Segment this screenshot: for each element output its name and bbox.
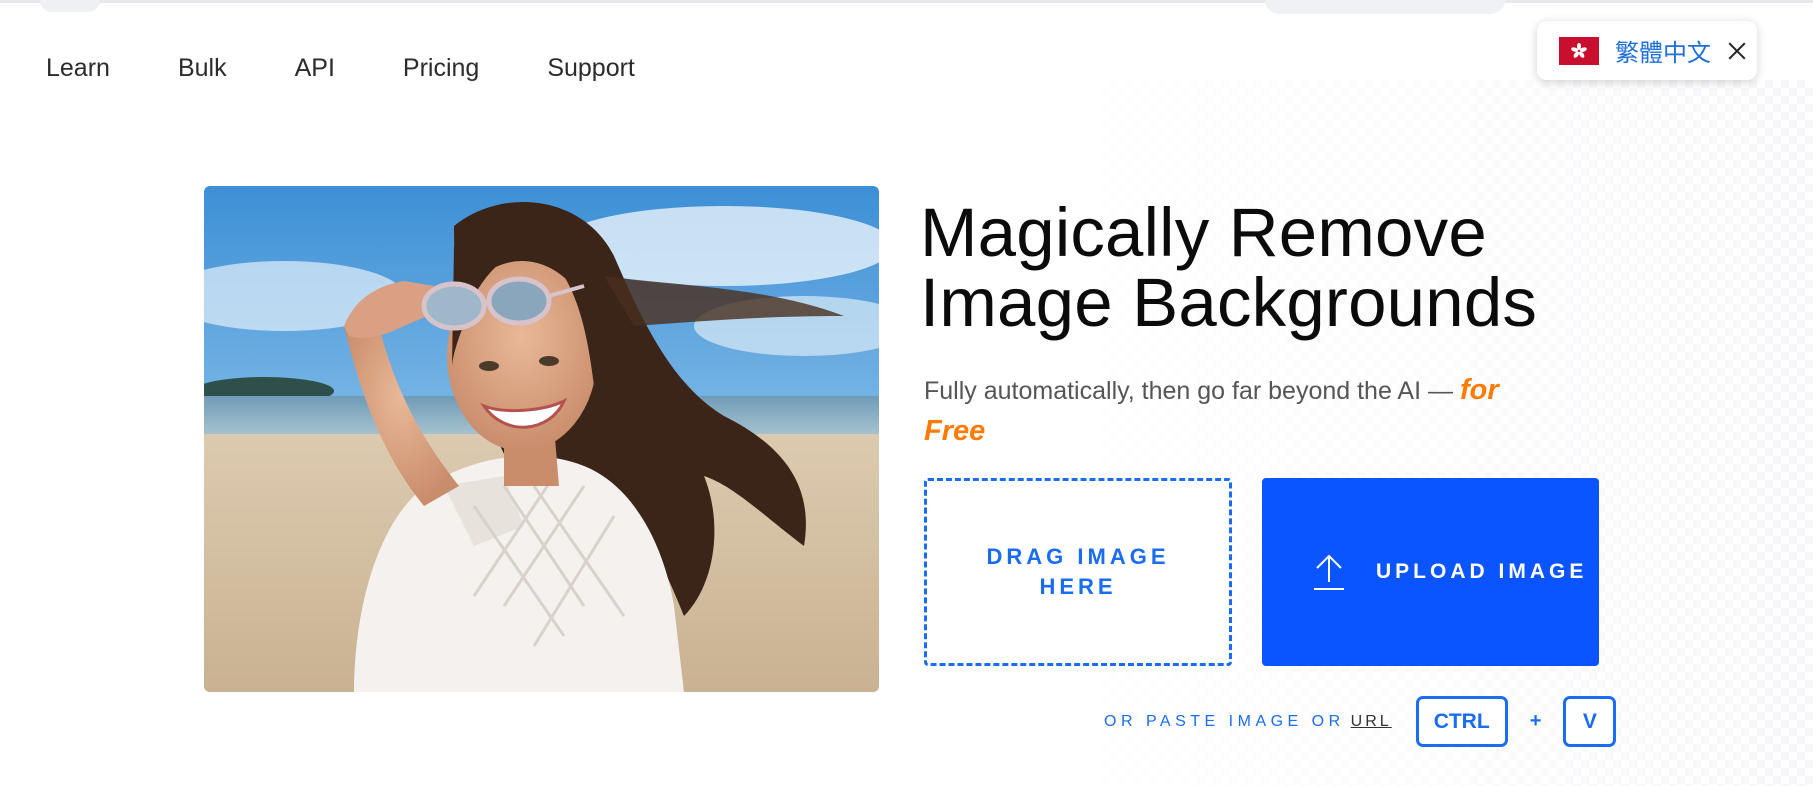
upload-arrow-icon xyxy=(1314,554,1344,590)
top-shadow-left xyxy=(40,0,100,12)
nav-item-api[interactable]: API xyxy=(295,54,335,83)
v-key: V xyxy=(1563,696,1617,747)
nav-item-learn[interactable]: Learn xyxy=(46,54,110,83)
subtitle-text: Fully automatically, then go far beyond … xyxy=(924,377,1453,405)
title-line-2: Image Backgrounds xyxy=(920,264,1538,341)
main-nav: Learn Bulk API Pricing Support xyxy=(46,54,703,83)
ctrl-key: CTRL xyxy=(1415,696,1508,747)
paste-url-link[interactable]: URL xyxy=(1351,713,1392,731)
drop-zone-label: DRAG IMAGE HERE xyxy=(986,544,1170,599)
upload-image-button[interactable]: UPLOAD IMAGE xyxy=(1262,478,1599,666)
top-border xyxy=(0,0,1813,3)
title-line-1: Magically Remove xyxy=(920,194,1487,271)
paste-hint-text: OR PASTE IMAGE OR xyxy=(1104,712,1345,730)
language-option[interactable]: 繁體中文 xyxy=(1615,33,1711,68)
upload-button-label: UPLOAD IMAGE xyxy=(1376,560,1588,583)
paste-hint-row: OR PASTE IMAGE OR URL CTRL + V xyxy=(1104,696,1617,747)
plus-sign: + xyxy=(1529,710,1542,732)
page-title: Magically Remove Image Backgrounds xyxy=(920,198,1620,338)
subtitle: Fully automatically, then go far beyond … xyxy=(924,370,1564,452)
hong-kong-flag-icon xyxy=(1559,36,1599,65)
drag-drop-zone[interactable]: DRAG IMAGE HERE xyxy=(924,478,1232,666)
language-popup: 繁體中文 xyxy=(1537,21,1757,80)
nav-item-bulk[interactable]: Bulk xyxy=(178,54,227,83)
top-shadow-right xyxy=(1265,0,1505,14)
nav-item-support[interactable]: Support xyxy=(547,54,635,83)
nav-item-pricing[interactable]: Pricing xyxy=(403,54,479,83)
hero-image xyxy=(204,186,879,692)
close-icon[interactable] xyxy=(1725,39,1749,63)
